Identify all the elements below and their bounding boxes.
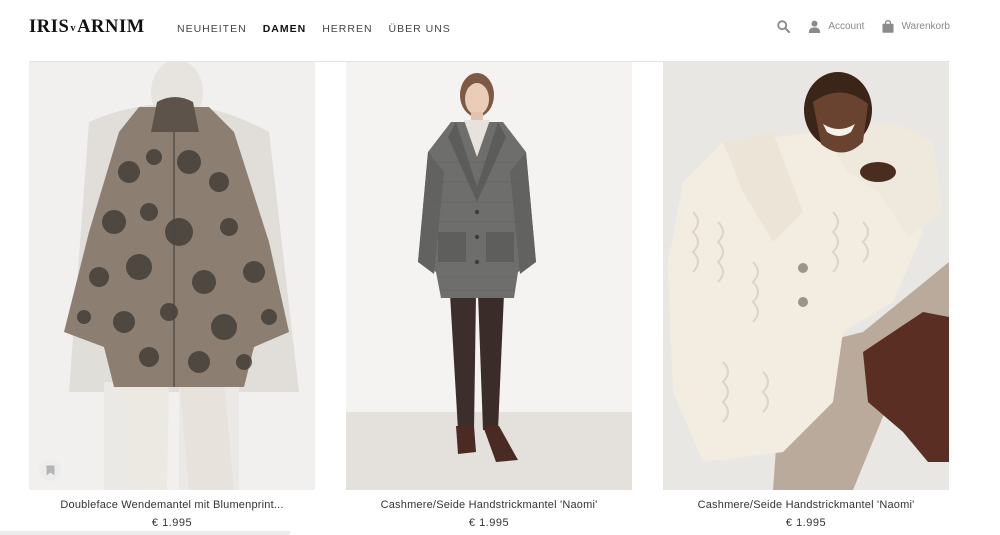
product-price: € 1.995 [151, 517, 193, 529]
product-price: € 1.995 [785, 517, 827, 529]
brand-logo[interactable]: IRISvARNIM [29, 17, 145, 39]
user-icon [809, 20, 821, 33]
product-grid: Doubleface Wendemantel mit Blumenprint..… [29, 62, 950, 535]
product-image-grey-knit-coat[interactable] [346, 62, 632, 490]
product-image-floral-coat[interactable] [29, 62, 315, 490]
product-card[interactable]: Cashmere/Seide Handstrickmantel 'Naomi' … [346, 62, 632, 535]
product-title[interactable]: Doubleface Wendemantel mit Blumenprint..… [29, 499, 315, 511]
wishlist-button[interactable] [39, 459, 61, 481]
main-nav: NEUHEITEN DAMEN HERREN ÜBER UNS [177, 22, 467, 36]
floral-coat-photo [29, 62, 315, 490]
product-image-cream-knit-coat[interactable] [663, 62, 949, 490]
brand-logo-right: ARNIM [77, 17, 145, 37]
brand-logo-v: v [70, 23, 77, 34]
header-tools: Account Warenkorb [759, 20, 950, 33]
nav-item-herren[interactable]: HERREN [322, 22, 372, 36]
account-link[interactable]: Account [808, 20, 864, 33]
product-title[interactable]: Cashmere/Seide Handstrickmantel 'Naomi' [346, 499, 632, 511]
cart-link[interactable]: Warenkorb [882, 20, 950, 33]
bookmark-icon [46, 465, 54, 475]
brand-logo-left: IRIS [29, 17, 70, 37]
cart-label: Warenkorb [901, 21, 950, 32]
product-price: € 1.995 [468, 517, 510, 529]
nav-item-damen[interactable]: DAMEN [263, 22, 307, 36]
product-card[interactable]: Cashmere/Seide Handstrickmantel 'Naomi' … [663, 62, 949, 535]
product-title[interactable]: Cashmere/Seide Handstrickmantel 'Naomi' [663, 499, 949, 511]
nav-item-ueber-uns[interactable]: ÜBER UNS [389, 22, 451, 36]
cream-knit-coat-photo [663, 62, 949, 490]
site-header: IRISvARNIM NEUHEITEN DAMEN HERREN ÜBER U… [0, 0, 1000, 60]
product-card[interactable]: Doubleface Wendemantel mit Blumenprint..… [29, 62, 315, 535]
account-label: Account [828, 21, 865, 32]
search-icon [777, 20, 791, 33]
grey-knit-coat-photo [346, 62, 632, 490]
search-button[interactable] [777, 20, 791, 33]
shopping-bag-icon [882, 20, 894, 33]
horizontal-scrollbar[interactable] [0, 531, 290, 535]
nav-item-neuheiten[interactable]: NEUHEITEN [177, 22, 247, 36]
